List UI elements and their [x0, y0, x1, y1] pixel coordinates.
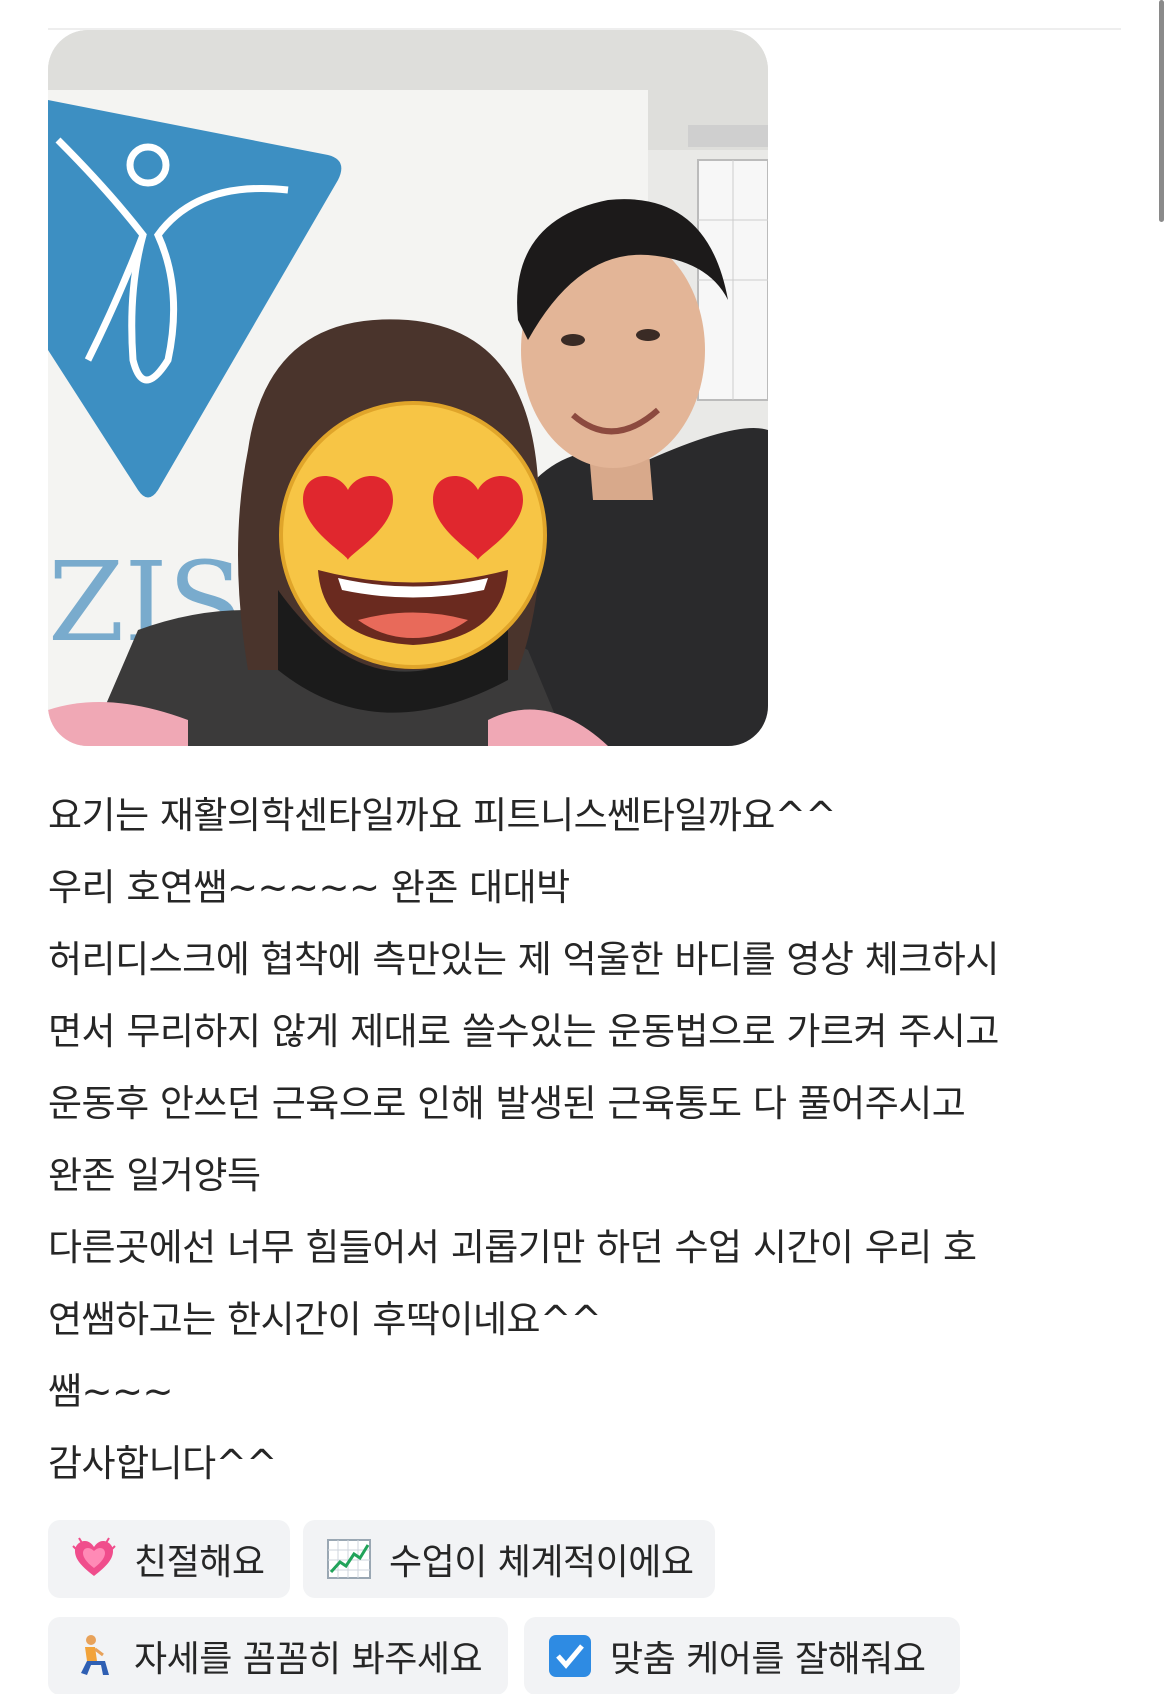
- tag-label: 맞춤 케어를 잘해줘요: [610, 1639, 926, 1680]
- review-line: 우리 호연쌤~~~~~ 완존 대대박: [48, 866, 570, 909]
- tag-label: 자세를 꼼꼼히 봐주세요: [134, 1639, 483, 1680]
- tag-label: 친절해요: [134, 1542, 265, 1583]
- review-line: 다른곳에선 너무 힘들어서 괴롭기만 하던 수업 시간이 우리 호: [48, 1226, 977, 1269]
- tag-systematic[interactable]: 수업이 체계적이에요: [303, 1520, 715, 1598]
- review-line: 완존 일거양득: [48, 1154, 261, 1197]
- review-detail-page: ZIS 요기는 재활의학센타일까요 피트니스쎈타일까요^^ 우리 호연쌤~~~~…: [0, 0, 1170, 1694]
- scrollbar-thumb[interactable]: [1159, 0, 1164, 222]
- review-line: 연쌤하고는 한시간이 후딱이네요^^: [48, 1298, 602, 1341]
- review-line: 감사합니다^^: [48, 1442, 277, 1485]
- review-line: 허리디스크에 협착에 측만있는 제 억울한 바디를 영상 체크하시: [48, 938, 999, 981]
- selfie-photo: ZIS: [48, 30, 768, 746]
- review-line: 요기는 재활의학센타일까요 피트니스쎈타일까요^^: [48, 794, 836, 837]
- tag-posture[interactable]: 자세를 꼼꼼히 봐주세요: [48, 1617, 508, 1694]
- kneeling-person-icon: [70, 1632, 118, 1680]
- growing-heart-icon: [70, 1535, 118, 1583]
- scrollbar[interactable]: [1156, 0, 1170, 1694]
- review-photo[interactable]: ZIS: [48, 30, 768, 746]
- tag-custom-care[interactable]: 맞춤 케어를 잘해줘요: [524, 1617, 960, 1694]
- review-line: 쌤~~~: [48, 1370, 174, 1413]
- review-body: 요기는 재활의학센타일까요 피트니스쎈타일까요^^ 우리 호연쌤~~~~~ 완존…: [48, 780, 1123, 1500]
- check-box-icon: [546, 1632, 594, 1680]
- tag-label: 수업이 체계적이에요: [389, 1542, 694, 1583]
- review-line: 운동후 안쓰던 근육으로 인해 발생된 근육통도 다 풀어주시고: [48, 1082, 966, 1125]
- chart-increasing-icon: [325, 1535, 373, 1583]
- review-line: 면서 무리하지 않게 제대로 쓸수있는 운동법으로 가르켜 주시고: [48, 1010, 999, 1053]
- tag-kind[interactable]: 친절해요: [48, 1520, 290, 1598]
